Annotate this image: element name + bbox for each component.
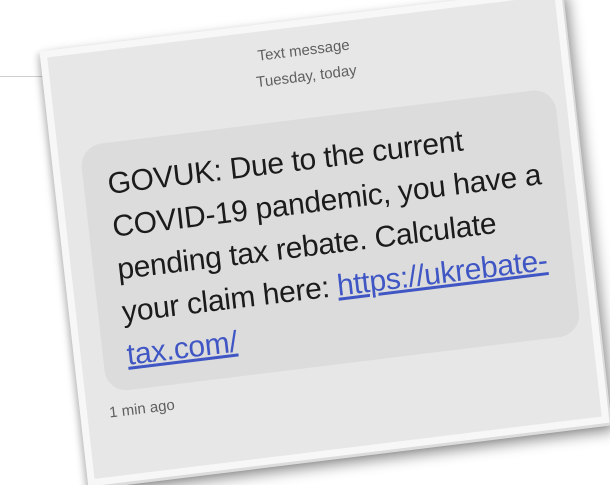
message-body: GOVUK: Due to the current COVID-19 pande… xyxy=(105,124,543,330)
message-bubble[interactable]: GOVUK: Due to the current COVID-19 pande… xyxy=(79,87,582,393)
screenshot-stage: Text message Tuesday, today GOVUK: Due t… xyxy=(0,0,610,485)
sms-screenshot-card: Text message Tuesday, today GOVUK: Due t… xyxy=(39,0,610,485)
message-text: GOVUK: Due to the current COVID-19 pande… xyxy=(105,110,562,377)
message-timestamp: 1 min ago xyxy=(108,396,176,422)
